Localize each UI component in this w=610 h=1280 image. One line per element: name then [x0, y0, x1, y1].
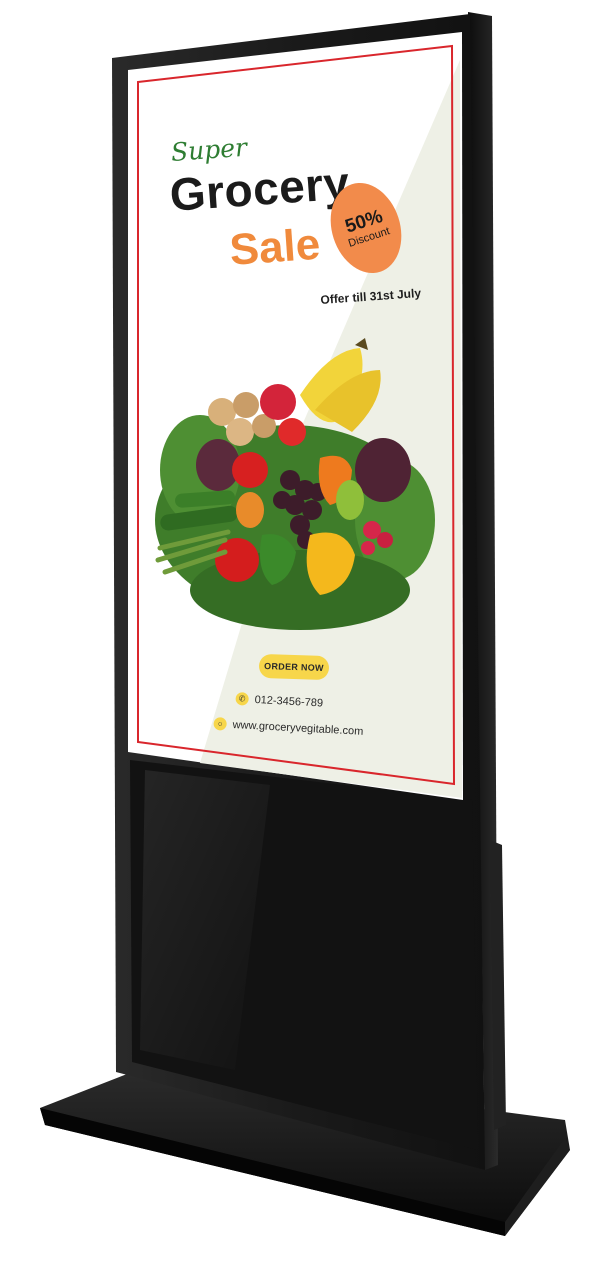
- phone-line: ✆ 012-3456-789: [235, 692, 323, 710]
- phone-icon: ✆: [235, 692, 249, 706]
- order-now-button: ORDER NOW: [258, 653, 330, 681]
- title-heading: Grocery: [168, 156, 352, 221]
- offer-text: Offer till 31st July: [320, 285, 422, 307]
- super-heading: Super: [170, 132, 248, 167]
- poster-content: Super Grocery Sale 50% Discount Offer ti…: [0, 0, 610, 1280]
- phone-number: 012-3456-789: [254, 693, 324, 710]
- kiosk-scene: Super Grocery Sale 50% Discount Offer ti…: [0, 0, 610, 1280]
- globe-icon: ○: [213, 717, 227, 731]
- website-line: ○ www.groceryvegitable.com: [213, 717, 364, 738]
- subtitle-heading: Sale: [228, 219, 322, 275]
- website-url: www.groceryvegitable.com: [232, 718, 364, 738]
